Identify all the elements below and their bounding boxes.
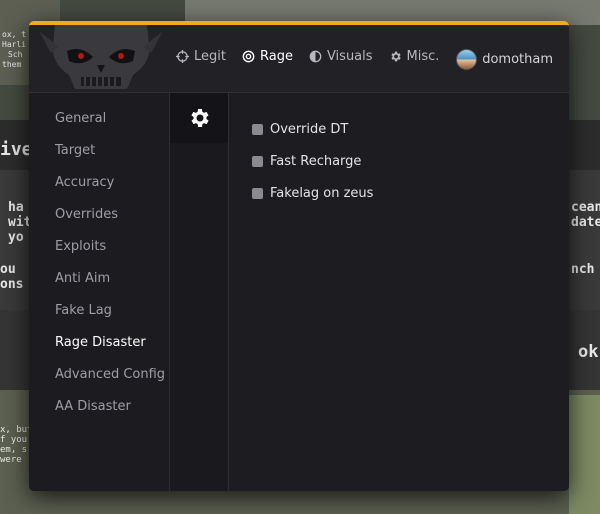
target-icon [242, 50, 255, 63]
tab-legit[interactable]: Legit [176, 49, 226, 64]
bg-text: ok [578, 342, 599, 362]
bg-text: Sch [8, 50, 23, 59]
username: domotham [482, 52, 553, 67]
sidebar-item-rage-disaster[interactable]: Rage Disaster [29, 327, 169, 359]
checkbox[interactable] [252, 124, 263, 135]
half-circle-icon [309, 50, 322, 63]
checkbox-label: Fakelag on zeus [270, 186, 374, 201]
tab-rage[interactable]: Rage [242, 49, 293, 64]
crosshair-icon [176, 50, 189, 63]
skull-logo [39, 25, 163, 89]
tab-label: Visuals [326, 49, 373, 64]
menu-header: Legit Rage Visuals Misc. domotham [29, 25, 569, 93]
bg-text: nch [571, 262, 595, 277]
gear-icon [390, 51, 401, 62]
tab-misc[interactable]: Misc. [389, 49, 440, 64]
subtab-settings[interactable] [170, 93, 228, 143]
tab-visuals[interactable]: Visuals [309, 49, 373, 64]
bg-text: ox, t [2, 30, 27, 39]
bg-text: them [2, 60, 22, 69]
sidebar-item-exploits[interactable]: Exploits [29, 231, 169, 263]
bg-text: ou [0, 262, 16, 277]
bg-text: x, but [0, 425, 33, 435]
checkbox-label: Override DT [270, 122, 349, 137]
bg-text: f you [0, 435, 28, 445]
bg-text: ive [0, 139, 33, 160]
user-profile[interactable]: domotham [456, 49, 553, 70]
override-dt-checkbox[interactable]: Override DT [252, 122, 348, 137]
sidebar-item-target[interactable]: Target [29, 135, 169, 167]
bg-text: cean [571, 200, 600, 215]
sidebar-item-advanced-config[interactable]: Advanced Config [29, 359, 169, 391]
fast-recharge-checkbox[interactable]: Fast Recharge [252, 154, 361, 169]
checkbox[interactable] [252, 156, 263, 167]
sidebar-item-accuracy[interactable]: Accuracy [29, 167, 169, 199]
bg-text: ons [0, 277, 24, 292]
sidebar-item-general[interactable]: General [29, 103, 169, 135]
sidebar-item-anti-aim[interactable]: Anti Aim [29, 263, 169, 295]
settings-panel: Override DT Fast Recharge Fakelag on zeu… [229, 93, 569, 491]
subtab-bar [170, 93, 229, 491]
avatar [456, 49, 478, 70]
tab-label: Misc. [406, 49, 440, 64]
sidebar-item-aa-disaster[interactable]: AA Disaster [29, 391, 169, 423]
gear-icon [191, 109, 209, 127]
bg-text: em, s [0, 445, 28, 455]
checkbox-label: Fast Recharge [270, 154, 362, 169]
sidebar-item-fake-lag[interactable]: Fake Lag [29, 295, 169, 327]
bg-text: date [571, 215, 600, 230]
sidebar: General Target Accuracy Overrides Exploi… [29, 93, 170, 491]
sidebar-item-overrides[interactable]: Overrides [29, 199, 169, 231]
tab-label: Rage [259, 49, 293, 64]
bg-text: Harli [2, 40, 27, 49]
fakelag-on-zeus-checkbox[interactable]: Fakelag on zeus [252, 186, 373, 201]
tab-label: Legit [194, 49, 226, 64]
checkbox[interactable] [252, 188, 263, 199]
top-nav: Legit Rage Visuals Misc. [176, 49, 439, 64]
bg-text: were [0, 455, 22, 465]
cheat-menu-window: Legit Rage Visuals Misc. domotham Genera… [29, 21, 569, 491]
